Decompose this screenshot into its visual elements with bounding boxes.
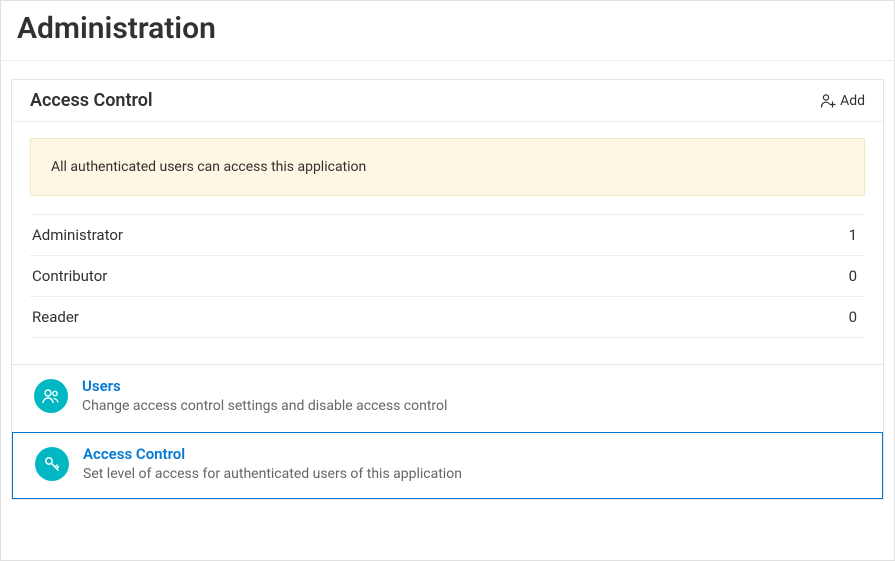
- banner-text: All authenticated users can access this …: [51, 159, 366, 175]
- role-row-administrator[interactable]: Administrator 1: [30, 214, 865, 256]
- add-button[interactable]: Add: [820, 93, 865, 109]
- access-control-panel: Access Control Add All authenticated use…: [11, 79, 884, 500]
- role-row-contributor[interactable]: Contributor 0: [30, 256, 865, 297]
- role-list: Administrator 1 Contributor 0 Reader 0: [30, 214, 865, 338]
- role-count: 0: [849, 267, 863, 285]
- nav-item-access-control[interactable]: Access Control Set level of access for a…: [12, 432, 883, 499]
- nav-title-access: Access Control: [83, 445, 462, 465]
- role-row-reader[interactable]: Reader 0: [30, 297, 865, 338]
- nav-title-users: Users: [82, 377, 447, 397]
- panel-title: Access Control: [30, 90, 153, 111]
- nav-text: Access Control Set level of access for a…: [83, 445, 462, 484]
- nav-desc-users: Change access control settings and disab…: [82, 397, 447, 417]
- role-name: Reader: [32, 308, 79, 326]
- role-name: Contributor: [32, 267, 107, 285]
- nav-text: Users Change access control settings and…: [82, 377, 447, 416]
- nav-desc-access: Set level of access for authenticated us…: [83, 465, 462, 485]
- info-banner: All authenticated users can access this …: [30, 138, 865, 196]
- page-header: Administration: [1, 1, 894, 61]
- panel-header: Access Control Add: [12, 80, 883, 122]
- nav-links: Users Change access control settings and…: [12, 365, 883, 499]
- nav-item-users[interactable]: Users Change access control settings and…: [12, 365, 883, 430]
- users-icon: [34, 379, 68, 413]
- key-icon: [35, 447, 69, 481]
- role-name: Administrator: [32, 226, 123, 244]
- user-add-icon: [820, 93, 836, 109]
- page-title: Administration: [17, 11, 878, 46]
- role-count: 1: [849, 226, 863, 244]
- add-button-label: Add: [840, 93, 865, 109]
- role-count: 0: [849, 308, 863, 326]
- administration-page: Administration Access Control Add All au…: [0, 0, 895, 561]
